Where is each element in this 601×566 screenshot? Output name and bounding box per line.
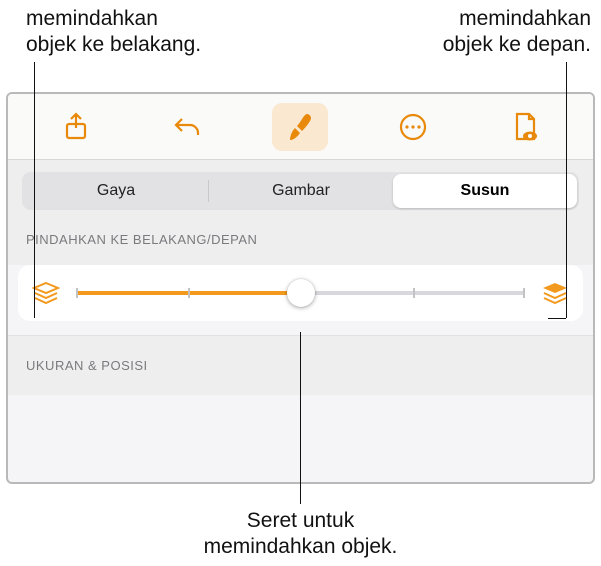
tab-arrange[interactable]: Susun <box>393 174 577 208</box>
format-tabs: Gaya Gambar Susun <box>22 172 579 210</box>
callout-back-label: memindahkan objek ke belakang. <box>26 6 201 59</box>
slider-tick <box>523 288 525 298</box>
move-to-back-button[interactable] <box>32 281 60 305</box>
stack-front-icon <box>541 281 569 305</box>
slider-thumb[interactable] <box>287 279 315 307</box>
share-button[interactable] <box>48 103 104 151</box>
layer-slider-card <box>18 265 583 321</box>
section-backfront-title: PINDAHKAN KE BELAKANG/DEPAN <box>26 232 575 247</box>
undo-icon <box>172 113 204 141</box>
layer-order-slider[interactable] <box>76 279 525 307</box>
stack-back-icon <box>32 281 60 305</box>
more-icon <box>397 111 429 143</box>
section-sizepos: UKURAN & POSISI <box>8 335 593 395</box>
tab-image[interactable]: Gambar <box>209 174 393 208</box>
slider-tick <box>188 288 190 298</box>
share-icon <box>62 112 90 142</box>
app-frame: Gaya Gambar Susun PINDAHKAN KE BELAKANG/… <box>6 92 595 484</box>
undo-button[interactable] <box>160 103 216 151</box>
format-tabs-wrap: Gaya Gambar Susun <box>8 160 593 218</box>
format-brush-icon <box>285 111 315 143</box>
more-button[interactable] <box>385 103 441 151</box>
section-backfront: PINDAHKAN KE BELAKANG/DEPAN <box>8 218 593 265</box>
document-view-icon <box>510 111 540 143</box>
tab-style[interactable]: Gaya <box>24 174 208 208</box>
format-button[interactable] <box>272 103 328 151</box>
callout-drag-label: Seret untuk memindahkan objek. <box>0 508 601 561</box>
callout-front-label: memindahkan objek ke depan. <box>443 6 591 59</box>
toolbar <box>8 94 593 160</box>
document-view-button[interactable] <box>497 103 553 151</box>
slider-tick <box>76 288 78 298</box>
move-to-front-button[interactable] <box>541 281 569 305</box>
slider-tick <box>413 288 415 298</box>
section-sizepos-title: UKURAN & POSISI <box>26 358 575 373</box>
